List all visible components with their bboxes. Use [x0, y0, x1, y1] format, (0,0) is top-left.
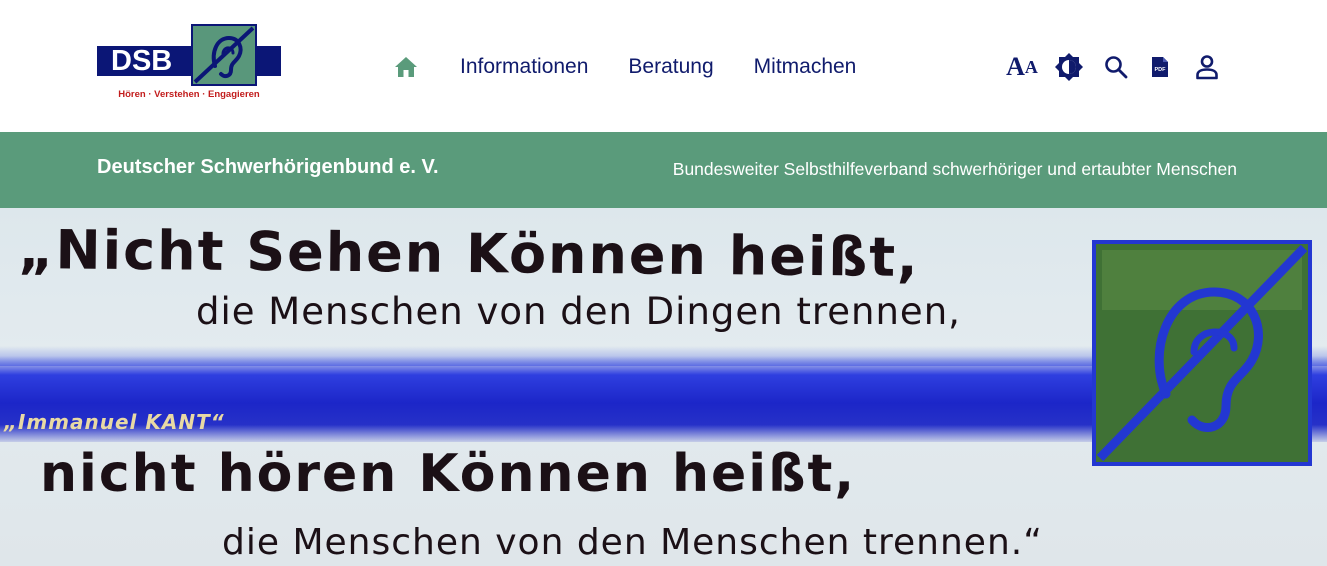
account-button[interactable]	[1194, 50, 1220, 84]
painted-ear-symbol	[1092, 240, 1312, 466]
accessibility-toolbar: AA PDF	[1002, 50, 1220, 84]
nav-item-beratung[interactable]: Beratung	[628, 55, 713, 79]
site-banner: Deutscher Schwerhörigenbund e. V. Bundes…	[0, 132, 1327, 208]
graffiti-line-1: „Nicht Sehen Können heißt,	[17, 218, 920, 289]
font-size-icon-large: A	[1006, 52, 1025, 81]
site-header: DSB Hören · Verstehen · Engagieren Infor…	[0, 0, 1327, 132]
organization-name: Deutscher Schwerhörigenbund e. V.	[97, 156, 439, 178]
graffiti-line-2: die Menschen von den Dingen trennen,	[196, 290, 961, 333]
hearing-ear-icon	[193, 26, 255, 84]
graffiti-line-3: nicht hören Können heißt,	[40, 444, 857, 504]
hero-graffiti-image: „Nicht Sehen Können heißt, die Menschen …	[0, 208, 1327, 566]
nav-item-informationen[interactable]: Informationen	[460, 55, 588, 79]
font-size-icon-small: A	[1024, 56, 1038, 77]
search-icon	[1105, 56, 1128, 79]
contrast-button[interactable]	[1054, 50, 1084, 84]
home-icon	[395, 57, 417, 77]
dsb-logo[interactable]: DSB Hören · Verstehen · Engagieren	[97, 24, 281, 102]
nav-home[interactable]	[393, 54, 419, 80]
user-icon	[1196, 55, 1218, 80]
graffiti-line-4: die Menschen von den Menschen trennen.“	[222, 522, 1043, 563]
pdf-button[interactable]: PDF	[1148, 50, 1172, 84]
main-navigation: Informationen Beratung Mitmachen	[393, 52, 896, 82]
font-size-button[interactable]: AA	[1002, 50, 1042, 84]
logo-abbreviation: DSB	[111, 45, 173, 77]
svg-text:PDF: PDF	[1155, 67, 1167, 73]
organization-description: Bundesweiter Selbsthilfeverband schwerhö…	[672, 159, 1237, 179]
pdf-icon: PDF	[1152, 57, 1168, 77]
nav-item-mitmachen[interactable]: Mitmachen	[754, 55, 857, 79]
contrast-icon	[1055, 53, 1083, 81]
logo-ear-square	[191, 24, 257, 86]
hearing-ear-icon	[1096, 244, 1308, 462]
search-button[interactable]	[1102, 50, 1130, 84]
logo-tagline: Hören · Verstehen · Engagieren	[118, 89, 260, 100]
graffiti-author: „Immanuel KANT“	[4, 410, 225, 434]
